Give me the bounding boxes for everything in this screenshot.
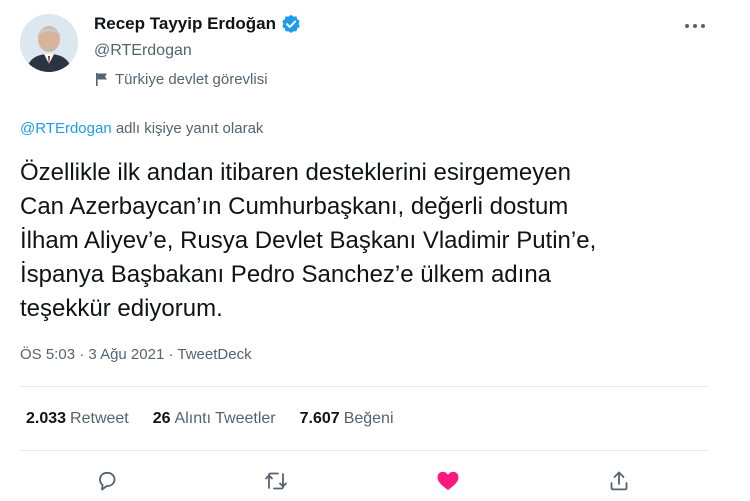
retweet-icon[interactable] <box>263 468 289 494</box>
profile-photo-icon <box>20 14 78 72</box>
retweet-count: 2.033 <box>26 410 67 427</box>
author-handle[interactable]: @RTErdogan <box>94 42 192 60</box>
tweet-stats: 2.033 Retweet 26 Alıntı Tweetler 7.607 Beğe… <box>26 410 418 428</box>
author-name[interactable]: Recep Tayyip Erdoğan <box>94 14 276 34</box>
flag-icon <box>94 72 109 87</box>
divider <box>20 450 708 451</box>
reply-context-text: adlı kişiye yanıt olarak <box>111 120 264 137</box>
divider <box>20 386 708 387</box>
like-stat[interactable]: 7.607 Beğeni <box>300 410 394 428</box>
retweet-label: Retweet <box>70 410 129 427</box>
more-options-icon[interactable] <box>682 14 708 38</box>
like-label: Beğeni <box>343 410 394 427</box>
quote-count: 26 <box>152 410 171 427</box>
verified-badge-icon <box>281 14 301 34</box>
like-icon[interactable] <box>435 468 461 494</box>
government-label-text: Türkiye devlet görevlisi <box>115 71 268 88</box>
author-name-row[interactable]: Recep Tayyip Erdoğan <box>94 14 301 34</box>
reply-context: @RTErdogan adlı kişiye yanıt olarak <box>20 120 263 137</box>
government-label[interactable]: Türkiye devlet görevlisi <box>94 71 268 88</box>
quote-label: Alıntı Tweetler <box>174 410 276 427</box>
quote-stat[interactable]: 26 Alıntı Tweetler <box>153 410 276 428</box>
reply-mention-link[interactable]: @RTErdogan <box>20 120 112 137</box>
tweet-text: Özellikle ilk andan itibaren desteklerin… <box>20 159 597 322</box>
tweet-date[interactable]: 3 Ağu 2021 <box>88 346 164 363</box>
tweet-source[interactable]: TweetDeck <box>177 346 251 363</box>
reply-icon[interactable] <box>94 468 120 494</box>
tweet-meta: ÖS 5:03 · 3 Ağu 2021 · TweetDeck <box>20 346 252 363</box>
share-icon[interactable] <box>606 468 632 494</box>
tweet-time[interactable]: ÖS 5:03 <box>20 346 75 363</box>
meta-separator: · <box>79 346 89 363</box>
like-count: 7.607 <box>299 410 340 427</box>
action-bar <box>0 460 750 500</box>
tweet: Recep Tayyip Erdoğan @RTErdogan Türkiye … <box>0 0 750 501</box>
avatar[interactable] <box>20 14 78 72</box>
retweet-stat[interactable]: 2.033 Retweet <box>26 410 129 428</box>
